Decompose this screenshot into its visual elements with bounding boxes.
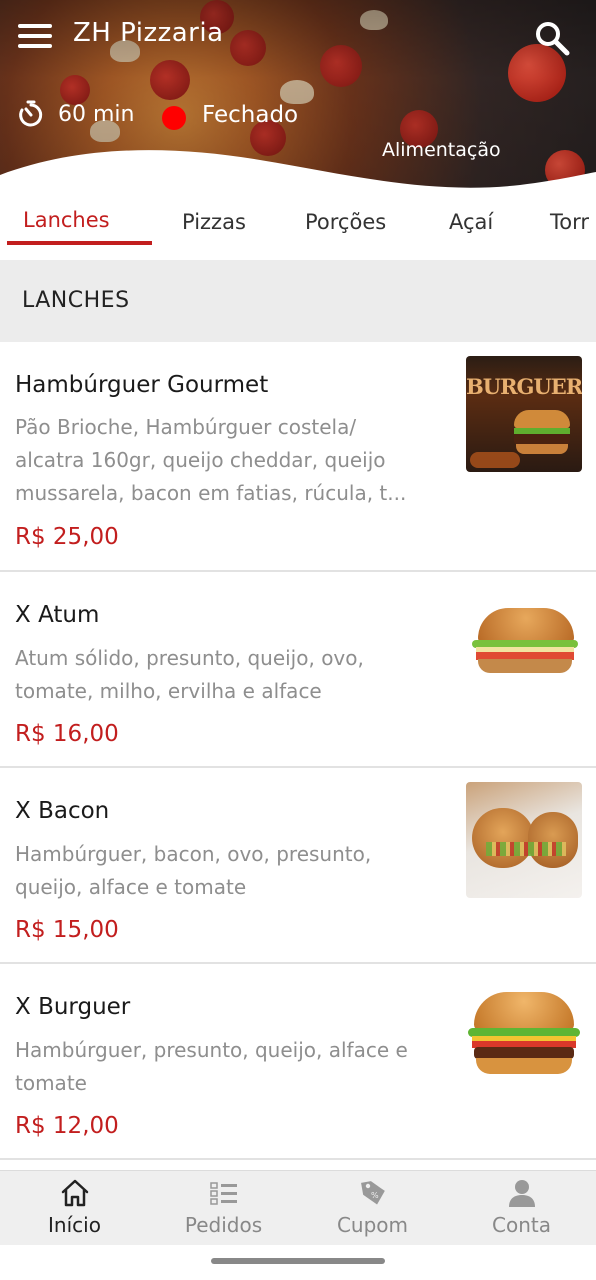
product-description: Hambúrguer, presunto, queijo, alface e t…	[15, 1038, 408, 1095]
product-image	[466, 782, 582, 898]
product-description: Atum sólido, presunto, queijo, ovo, toma…	[15, 646, 364, 703]
home-icon	[61, 1179, 89, 1207]
nav-label: Pedidos	[184, 1213, 263, 1237]
product-item[interactable]: Hambúrguer Gourmet Pão Brioche, Hambúrgu…	[0, 342, 596, 572]
nav-inicio[interactable]: Início	[0, 1171, 149, 1246]
home-indicator-bar	[211, 1258, 385, 1264]
nav-pedidos[interactable]: Pedidos	[149, 1171, 298, 1246]
timer-icon	[19, 100, 43, 127]
delivery-time: 60 min	[58, 102, 135, 127]
product-item[interactable]: X Bacon Hambúrguer, bacon, ovo, presunto…	[0, 768, 596, 964]
nav-label: Cupom	[336, 1213, 409, 1237]
product-price: R$ 15,00	[15, 917, 119, 943]
top-bar: ZH Pizzaria	[0, 0, 596, 75]
nav-label: Início	[48, 1213, 101, 1237]
store-name: ZH Pizzaria	[73, 18, 224, 48]
tab-pizzas[interactable]: Pizzas	[182, 205, 246, 249]
section-title: LANCHES	[22, 288, 130, 313]
bottom-navigation: Início Pedidos % Cupom Conta	[0, 1170, 596, 1245]
tab-acai[interactable]: Açaí	[449, 205, 493, 249]
product-price: R$ 12,00	[15, 1113, 119, 1139]
svg-text:%: %	[371, 1191, 379, 1200]
header-wave	[0, 150, 596, 200]
orders-list-icon	[210, 1182, 237, 1205]
product-description: Hambúrguer, bacon, ovo, presunto, queijo…	[15, 842, 372, 899]
product-image	[466, 978, 582, 1094]
tab-tortas[interactable]: Torr	[550, 205, 589, 249]
nav-label: Conta	[492, 1213, 551, 1237]
product-list: Hambúrguer Gourmet Pão Brioche, Hambúrgu…	[0, 342, 596, 1160]
product-name: X Atum	[15, 602, 100, 628]
product-name: Hambúrguer Gourmet	[15, 372, 269, 398]
search-icon[interactable]	[534, 20, 570, 56]
hamburger-menu-icon[interactable]	[18, 24, 52, 50]
product-item[interactable]: X Atum Atum sólido, presunto, queijo, ov…	[0, 572, 596, 768]
store-status: Fechado	[202, 102, 299, 128]
product-name: X Bacon	[15, 798, 110, 824]
product-price: R$ 16,00	[15, 721, 119, 747]
product-name: X Burguer	[15, 994, 131, 1020]
product-description: Pão Brioche, Hambúrguer costela/ alcatra…	[15, 415, 407, 505]
product-image	[466, 586, 582, 702]
store-category: Alimentação	[382, 139, 501, 161]
product-item[interactable]: X Burguer Hambúrguer, presunto, queijo, …	[0, 964, 596, 1160]
coupon-tag-icon: %	[361, 1181, 385, 1205]
status-indicator-dot	[162, 106, 186, 130]
user-icon	[509, 1180, 535, 1207]
active-tab-indicator	[7, 241, 152, 245]
tab-porcoes[interactable]: Porções	[305, 205, 386, 249]
nav-cupom[interactable]: % Cupom	[298, 1171, 447, 1246]
nav-conta[interactable]: Conta	[447, 1171, 596, 1246]
category-tabs: Lanches Pizzas Porções Açaí Torr	[0, 195, 596, 255]
product-image: BURGUER	[466, 356, 582, 472]
section-header: LANCHES	[0, 260, 596, 342]
product-price: R$ 25,00	[15, 524, 119, 550]
